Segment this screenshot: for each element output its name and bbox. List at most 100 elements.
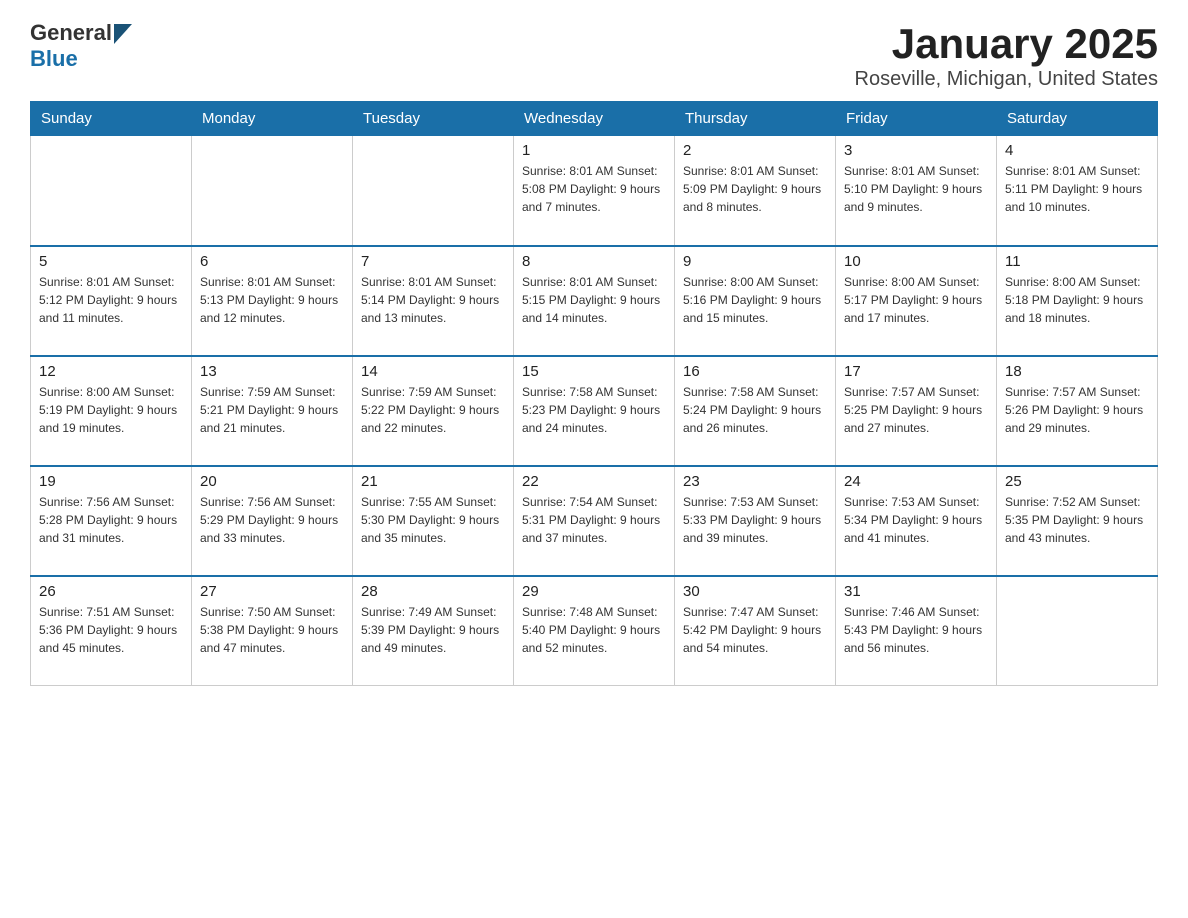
calendar-cell: 19 Sunrise: 7:56 AM Sunset: 5:28 PM Dayli… bbox=[31, 466, 192, 576]
calendar-cell: 14Sunrise: 7:59 AM Sunset: 5:22 PM Dayli… bbox=[353, 356, 514, 466]
day-info: Sunrise: 8:01 AM Sunset: 5:09 PM Dayligh… bbox=[683, 162, 827, 216]
calendar-cell bbox=[353, 136, 514, 246]
day-number: 19 bbox=[39, 473, 183, 490]
calendar-cell: 15Sunrise: 7:58 AM Sunset: 5:23 PM Dayli… bbox=[514, 356, 675, 466]
day-info: Sunrise: 8:01 AM Sunset: 5:13 PM Dayligh… bbox=[200, 273, 344, 327]
logo-general-text: General bbox=[30, 20, 112, 46]
day-info: Sunrise: 8:00 AM Sunset: 5:18 PM Dayligh… bbox=[1005, 273, 1149, 327]
day-number: 7 bbox=[361, 253, 505, 270]
day-number: 21 bbox=[361, 473, 505, 490]
day-info: Sunrise: 7:59 AM Sunset: 5:22 PM Dayligh… bbox=[361, 383, 505, 437]
day-header-monday: Monday bbox=[192, 102, 353, 136]
calendar-cell: 13 Sunrise: 7:59 AM Sunset: 5:21 PM Dayli… bbox=[192, 356, 353, 466]
calendar-cell: 6 Sunrise: 8:01 AM Sunset: 5:13 PM Daylig… bbox=[192, 246, 353, 356]
day-number: 24 bbox=[844, 473, 988, 490]
calendar-cell: 25Sunrise: 7:52 AM Sunset: 5:35 PM Dayli… bbox=[997, 466, 1158, 576]
day-info: Sunrise: 7:46 AM Sunset: 5:43 PM Dayligh… bbox=[844, 603, 988, 657]
day-number: 22 bbox=[522, 473, 666, 490]
calendar-cell: 7Sunrise: 8:01 AM Sunset: 5:14 PM Daylig… bbox=[353, 246, 514, 356]
logo-blue-text: Blue bbox=[30, 46, 78, 71]
calendar-cell: 22 Sunrise: 7:54 AM Sunset: 5:31 PM Dayli… bbox=[514, 466, 675, 576]
day-info: Sunrise: 7:49 AM Sunset: 5:39 PM Dayligh… bbox=[361, 603, 505, 657]
day-info: Sunrise: 7:56 AM Sunset: 5:29 PM Dayligh… bbox=[200, 493, 344, 547]
day-info: Sunrise: 8:00 AM Sunset: 5:17 PM Dayligh… bbox=[844, 273, 988, 327]
calendar-cell: 21 Sunrise: 7:55 AM Sunset: 5:30 PM Dayli… bbox=[353, 466, 514, 576]
calendar-cell: 1 Sunrise: 8:01 AM Sunset: 5:08 PM Daylig… bbox=[514, 136, 675, 246]
calendar-cell: 24 Sunrise: 7:53 AM Sunset: 5:34 PM Dayli… bbox=[836, 466, 997, 576]
day-header-wednesday: Wednesday bbox=[514, 102, 675, 136]
day-info: Sunrise: 7:58 AM Sunset: 5:24 PM Dayligh… bbox=[683, 383, 827, 437]
day-info: Sunrise: 7:53 AM Sunset: 5:34 PM Dayligh… bbox=[844, 493, 988, 547]
day-number: 3 bbox=[844, 142, 988, 159]
day-number: 26 bbox=[39, 583, 183, 600]
day-info: Sunrise: 8:01 AM Sunset: 5:10 PM Dayligh… bbox=[844, 162, 988, 216]
day-number: 1 bbox=[522, 142, 666, 159]
day-info: Sunrise: 7:55 AM Sunset: 5:30 PM Dayligh… bbox=[361, 493, 505, 547]
calendar-cell: 9Sunrise: 8:00 AM Sunset: 5:16 PM Daylig… bbox=[675, 246, 836, 356]
calendar-subtitle: Roseville, Michigan, United States bbox=[855, 68, 1158, 91]
title-block: January 2025 Roseville, Michigan, United… bbox=[855, 20, 1158, 91]
calendar-week-row: 26Sunrise: 7:51 AM Sunset: 5:36 PM Dayli… bbox=[31, 576, 1158, 686]
day-number: 2 bbox=[683, 142, 827, 159]
calendar-cell: 20 Sunrise: 7:56 AM Sunset: 5:29 PM Dayli… bbox=[192, 466, 353, 576]
calendar-cell bbox=[31, 136, 192, 246]
day-number: 30 bbox=[683, 583, 827, 600]
calendar-cell: 12 Sunrise: 8:00 AM Sunset: 5:19 PM Dayli… bbox=[31, 356, 192, 466]
day-info: Sunrise: 8:00 AM Sunset: 5:19 PM Dayligh… bbox=[39, 383, 183, 437]
calendar-header-row: SundayMondayTuesdayWednesdayThursdayFrid… bbox=[31, 102, 1158, 136]
day-number: 6 bbox=[200, 253, 344, 270]
day-number: 5 bbox=[39, 253, 183, 270]
day-number: 13 bbox=[200, 363, 344, 380]
calendar-cell: 29 Sunrise: 7:48 AM Sunset: 5:40 PM Dayli… bbox=[514, 576, 675, 686]
calendar-week-row: 1 Sunrise: 8:01 AM Sunset: 5:08 PM Daylig… bbox=[31, 136, 1158, 246]
day-number: 15 bbox=[522, 363, 666, 380]
day-info: Sunrise: 8:01 AM Sunset: 5:15 PM Dayligh… bbox=[522, 273, 666, 327]
calendar-cell: 8 Sunrise: 8:01 AM Sunset: 5:15 PM Daylig… bbox=[514, 246, 675, 356]
day-header-thursday: Thursday bbox=[675, 102, 836, 136]
day-header-tuesday: Tuesday bbox=[353, 102, 514, 136]
calendar-cell: 26Sunrise: 7:51 AM Sunset: 5:36 PM Dayli… bbox=[31, 576, 192, 686]
day-info: Sunrise: 7:57 AM Sunset: 5:26 PM Dayligh… bbox=[1005, 383, 1149, 437]
calendar-table: SundayMondayTuesdayWednesdayThursdayFrid… bbox=[30, 101, 1158, 686]
day-number: 4 bbox=[1005, 142, 1149, 159]
day-number: 23 bbox=[683, 473, 827, 490]
calendar-cell: 28 Sunrise: 7:49 AM Sunset: 5:39 PM Dayli… bbox=[353, 576, 514, 686]
calendar-cell: 4Sunrise: 8:01 AM Sunset: 5:11 PM Daylig… bbox=[997, 136, 1158, 246]
logo-arrow-icon bbox=[114, 24, 132, 44]
page-header: General Blue January 2025 Roseville, Mic… bbox=[30, 20, 1158, 91]
day-info: Sunrise: 7:59 AM Sunset: 5:21 PM Dayligh… bbox=[200, 383, 344, 437]
day-info: Sunrise: 7:52 AM Sunset: 5:35 PM Dayligh… bbox=[1005, 493, 1149, 547]
calendar-cell: 11 Sunrise: 8:00 AM Sunset: 5:18 PM Dayli… bbox=[997, 246, 1158, 356]
calendar-cell bbox=[192, 136, 353, 246]
calendar-week-row: 19 Sunrise: 7:56 AM Sunset: 5:28 PM Dayli… bbox=[31, 466, 1158, 576]
day-number: 17 bbox=[844, 363, 988, 380]
calendar-cell: 10 Sunrise: 8:00 AM Sunset: 5:17 PM Dayli… bbox=[836, 246, 997, 356]
day-number: 10 bbox=[844, 253, 988, 270]
calendar-cell: 3 Sunrise: 8:01 AM Sunset: 5:10 PM Daylig… bbox=[836, 136, 997, 246]
day-info: Sunrise: 8:01 AM Sunset: 5:08 PM Dayligh… bbox=[522, 162, 666, 216]
day-number: 11 bbox=[1005, 253, 1149, 270]
day-info: Sunrise: 7:53 AM Sunset: 5:33 PM Dayligh… bbox=[683, 493, 827, 547]
day-number: 16 bbox=[683, 363, 827, 380]
day-info: Sunrise: 8:01 AM Sunset: 5:12 PM Dayligh… bbox=[39, 273, 183, 327]
calendar-cell: 27 Sunrise: 7:50 AM Sunset: 5:38 PM Dayli… bbox=[192, 576, 353, 686]
calendar-cell: 16 Sunrise: 7:58 AM Sunset: 5:24 PM Dayli… bbox=[675, 356, 836, 466]
day-number: 12 bbox=[39, 363, 183, 380]
calendar-cell: 2 Sunrise: 8:01 AM Sunset: 5:09 PM Daylig… bbox=[675, 136, 836, 246]
day-info: Sunrise: 7:48 AM Sunset: 5:40 PM Dayligh… bbox=[522, 603, 666, 657]
day-number: 20 bbox=[200, 473, 344, 490]
day-info: Sunrise: 7:50 AM Sunset: 5:38 PM Dayligh… bbox=[200, 603, 344, 657]
calendar-week-row: 12 Sunrise: 8:00 AM Sunset: 5:19 PM Dayli… bbox=[31, 356, 1158, 466]
day-number: 18 bbox=[1005, 363, 1149, 380]
calendar-cell: 31Sunrise: 7:46 AM Sunset: 5:43 PM Dayli… bbox=[836, 576, 997, 686]
day-info: Sunrise: 7:54 AM Sunset: 5:31 PM Dayligh… bbox=[522, 493, 666, 547]
day-number: 29 bbox=[522, 583, 666, 600]
day-header-friday: Friday bbox=[836, 102, 997, 136]
day-info: Sunrise: 7:56 AM Sunset: 5:28 PM Dayligh… bbox=[39, 493, 183, 547]
day-number: 27 bbox=[200, 583, 344, 600]
calendar-week-row: 5 Sunrise: 8:01 AM Sunset: 5:12 PM Daylig… bbox=[31, 246, 1158, 356]
day-number: 28 bbox=[361, 583, 505, 600]
day-number: 8 bbox=[522, 253, 666, 270]
calendar-cell: 17Sunrise: 7:57 AM Sunset: 5:25 PM Dayli… bbox=[836, 356, 997, 466]
calendar-cell: 30Sunrise: 7:47 AM Sunset: 5:42 PM Dayli… bbox=[675, 576, 836, 686]
